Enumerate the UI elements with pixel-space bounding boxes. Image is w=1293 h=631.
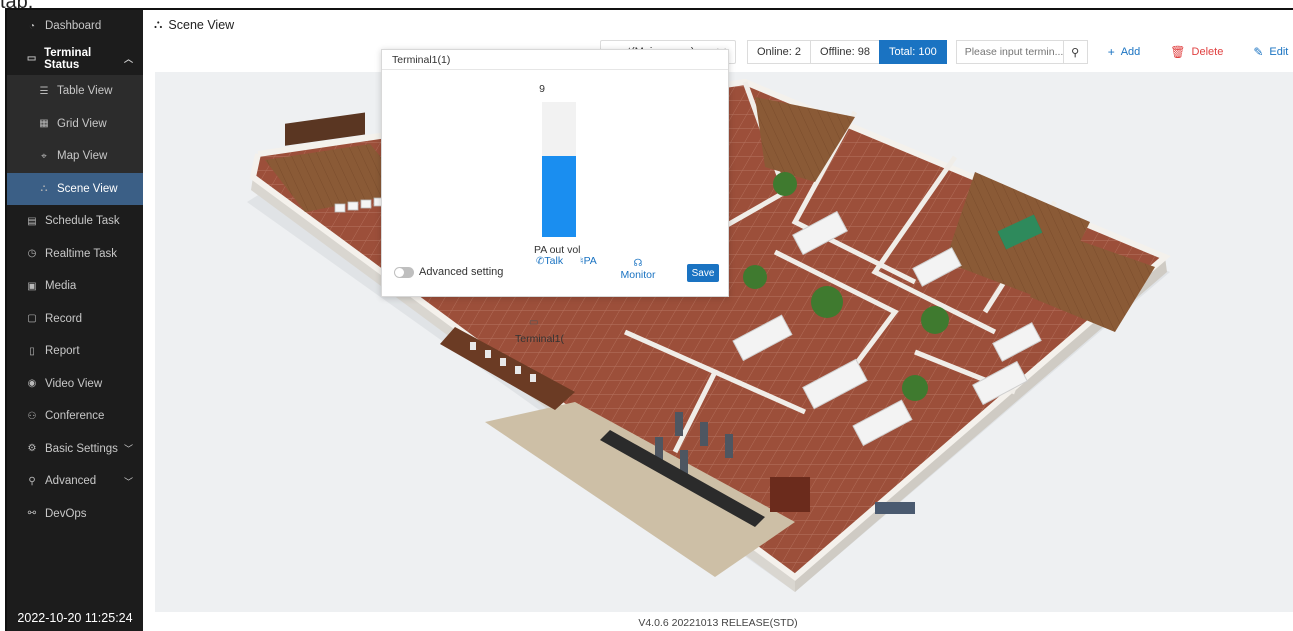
sidebar-item-label: Report	[45, 345, 80, 358]
pa-button[interactable]: ♮PA	[580, 255, 597, 267]
page-title: ⛬ Scene View	[154, 17, 234, 32]
terminal-popup-title: Terminal1(1)	[382, 50, 728, 70]
sidebar-item-map-view[interactable]: ⌖ Map View	[7, 140, 143, 173]
monitor-icon: ▭	[26, 53, 37, 65]
total-filter[interactable]: Total: 100	[878, 40, 947, 64]
plus-icon: +	[1107, 45, 1115, 59]
scene-icon: ⛬	[40, 183, 48, 195]
advanced-setting-row: Advanced setting	[394, 266, 503, 278]
sidebar-item-devops[interactable]: ⚯ DevOps	[7, 498, 143, 531]
search-box: ⚲	[955, 40, 1088, 64]
volume-slider-fill[interactable]	[542, 156, 576, 237]
settings-icon: ⚙	[27, 443, 37, 455]
users-icon: ⚇	[27, 410, 37, 422]
monitor-label: Monitor	[620, 269, 656, 281]
sidebar-item-schedule-task[interactable]: ▤ Schedule Task	[7, 205, 143, 238]
sidebar-item-basic-settings[interactable]: ⚙ Basic Settings ﹀	[7, 433, 143, 466]
online-filter[interactable]: Online: 2	[747, 40, 812, 64]
media-icon: ▣	[27, 280, 37, 292]
report-icon: ▯	[29, 345, 35, 357]
sidebar-item-conference[interactable]: ⚇ Conference	[7, 400, 143, 433]
advanced-icon: ⚲	[28, 475, 36, 487]
sidebar-item-record[interactable]: ▢ Record	[7, 303, 143, 336]
sidebar-item-label: Grid View	[57, 117, 107, 130]
grid-icon: ▦	[39, 118, 49, 130]
sidebar: ◔ Dashboard ▭ Terminal Status ︿ ☰ Table …	[7, 10, 143, 631]
sidebar-item-label: Scene View	[57, 182, 118, 195]
sidebar-item-label: DevOps	[45, 507, 87, 520]
sidebar-item-report[interactable]: ▯ Report	[7, 335, 143, 368]
sidebar-item-terminal-status[interactable]: ▭ Terminal Status ︿	[7, 43, 143, 76]
pencil-icon: ✎	[1253, 45, 1264, 59]
advanced-setting-label: Advanced setting	[419, 266, 504, 278]
edit-button[interactable]: ✎ Edit	[1253, 45, 1288, 59]
add-button-label: Add	[1120, 46, 1141, 58]
add-button[interactable]: + Add	[1108, 45, 1141, 59]
sidebar-item-label: Conference	[45, 410, 105, 423]
sidebar-item-realtime-task[interactable]: ◷ Realtime Task	[7, 238, 143, 271]
search-input[interactable]	[956, 46, 1063, 58]
sidebar-item-label: Schedule Task	[45, 215, 120, 228]
sidebar-item-label: Realtime Task	[45, 247, 118, 260]
sidebar-item-dashboard[interactable]: ◔ Dashboard	[7, 10, 143, 43]
talk-button[interactable]: ✆Talk	[536, 255, 563, 267]
terminal-status-submenu: ☰ Table View ▦ Grid View ⌖ Map View ⛬ Sc…	[7, 75, 143, 205]
sidebar-item-label: Record	[45, 312, 83, 325]
advanced-setting-toggle[interactable]	[394, 266, 414, 278]
terminal-popup: Terminal1(1) 9 PA out vol Advanced setti…	[381, 49, 729, 297]
version-footer: V4.0.6 20221013 RELEASE(STD)	[638, 617, 798, 629]
headphones-icon: ☊	[633, 258, 643, 269]
sidebar-item-media[interactable]: ▣ Media	[7, 270, 143, 303]
sidebar-item-grid-view[interactable]: ▦ Grid View	[7, 108, 143, 141]
sidebar-item-label: Video View	[45, 377, 103, 390]
status-filter-group: Online: 2 Offline: 98 Total: 100	[747, 40, 947, 64]
sidebar-item-table-view[interactable]: ☰ Table View	[7, 75, 143, 108]
dashboard-icon: ◔	[28, 20, 36, 32]
chevron-down-icon: ﹀	[123, 476, 133, 487]
sidebar-item-label: Dashboard	[45, 20, 102, 33]
delete-button[interactable]: 🗑︎ Delete	[1170, 45, 1223, 59]
devops-icon: ⚯	[27, 508, 37, 520]
volume-slider[interactable]	[542, 102, 576, 237]
delete-button-label: Delete	[1191, 46, 1224, 58]
calendar-icon: ▤	[27, 215, 37, 227]
sidebar-item-label: Advanced	[45, 475, 97, 488]
sidebar-item-video-view[interactable]: ◉ Video View	[7, 368, 143, 401]
clock-icon: ◷	[27, 248, 37, 260]
video-icon: ◉	[27, 378, 37, 390]
offline-filter[interactable]: Offline: 98	[810, 40, 880, 64]
chevron-up-icon: ︿	[123, 54, 133, 65]
main-content: ⛬ Scene View root(Main scene) ﹀ Online: …	[143, 10, 1293, 631]
edit-button-label: Edit	[1269, 46, 1289, 58]
talk-label: Talk	[544, 255, 564, 267]
sidebar-item-advanced[interactable]: ⚲ Advanced ﹀	[7, 465, 143, 498]
file-icon: ▢	[27, 313, 37, 325]
chevron-down-icon: ﹀	[123, 444, 133, 455]
trash-icon: 🗑︎	[1170, 45, 1186, 59]
sidebar-item-label: Basic Settings	[45, 442, 118, 455]
system-clock: 2022-10-20 11:25:24	[7, 605, 143, 631]
sidebar-item-scene-view[interactable]: ⛬ Scene View	[7, 172, 143, 205]
scene-icon: ⛬	[154, 17, 163, 31]
pa-label: PA	[583, 255, 597, 267]
page-title-text: Scene View	[168, 17, 235, 32]
sidebar-item-label: Table View	[57, 85, 113, 98]
search-icon[interactable]: ⚲	[1062, 41, 1087, 63]
sidebar-item-label: Terminal Status	[44, 46, 92, 71]
sidebar-item-label: Media	[45, 280, 77, 293]
sidebar-item-label: Map View	[57, 150, 108, 163]
map-pin-icon: ⌖	[41, 150, 47, 162]
list-icon: ☰	[39, 85, 49, 97]
monitor-button[interactable]: ☊ Monitor	[618, 258, 658, 281]
terminal-marker-icon[interactable]: ▭	[529, 317, 538, 328]
save-button[interactable]: Save	[687, 264, 719, 282]
volume-value: 9	[539, 83, 545, 95]
terminal-marker-label[interactable]: Terminal1(	[515, 333, 564, 345]
